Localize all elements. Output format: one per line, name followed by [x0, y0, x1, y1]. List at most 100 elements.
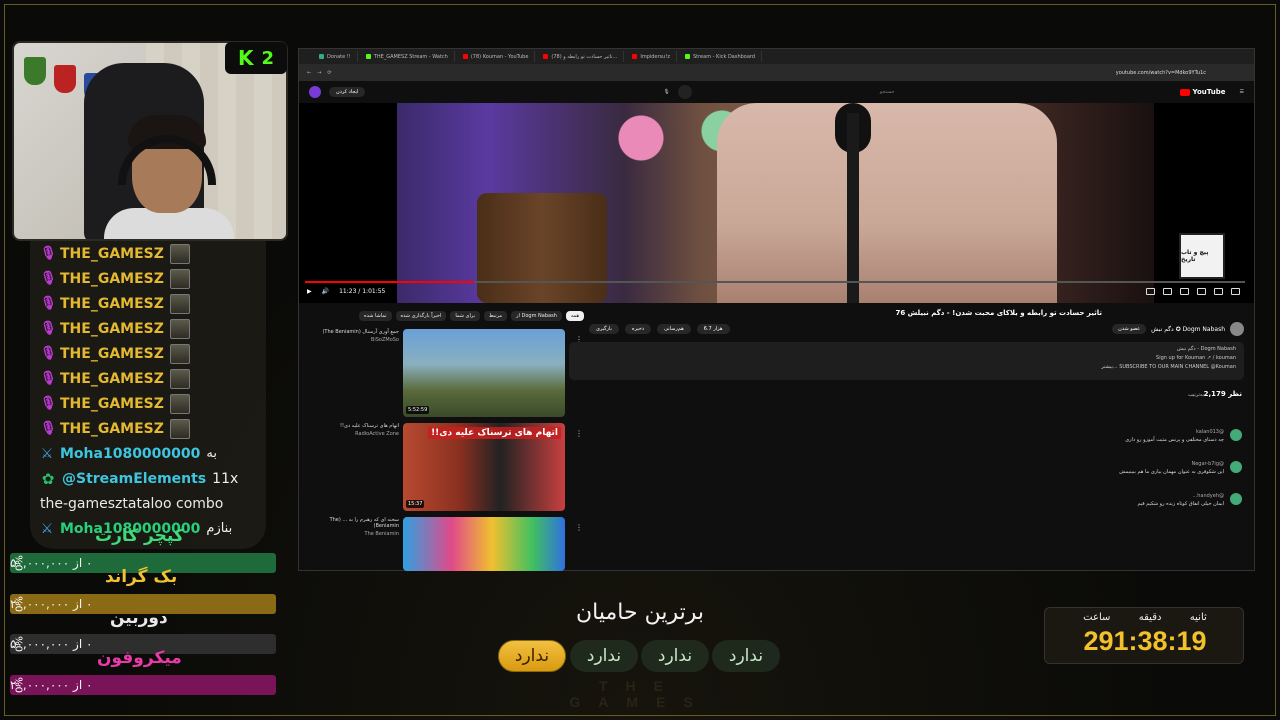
download-button[interactable]: بارگیری: [589, 324, 619, 334]
browser-tab[interactable]: THE_GAMESZ Stream - Watch: [360, 51, 455, 62]
like-button[interactable]: 6.7 هزار: [696, 324, 730, 334]
goal-percent: 0%: [14, 596, 26, 612]
player-controls-right: [1146, 288, 1240, 295]
comment-text: ایمان خیلی اتفاق کوتاه زنده رو شکیم قیم: [1137, 501, 1224, 507]
video-progress-bar[interactable]: [305, 281, 1245, 283]
recommendation-item[interactable]: اتهام های ترسناک علیه دی!! RadioActive Z…: [303, 423, 583, 511]
rec-thumbnail[interactable]: 5:52:59: [403, 329, 565, 417]
chat-username: THE_GAMESZ: [60, 345, 164, 362]
rec-channel: The Beniamin: [364, 531, 399, 537]
chat-message: 🎙 THE_GAMESZ: [40, 241, 266, 266]
miniplayer-icon[interactable]: [1197, 288, 1206, 295]
tab-label: Donate !!: [327, 53, 351, 60]
chip-item[interactable]: Dogm Nabash از: [511, 311, 562, 321]
tab-favicon-icon: [319, 54, 324, 59]
barrel: [477, 193, 607, 303]
video-player[interactable]: پیچ و تاب تاریخ: [299, 103, 1254, 303]
share-button[interactable]: هم‌رسانی: [657, 324, 691, 334]
rec-text: جمع آوری آرسنال (The Beniamin) BiSoZMoSo: [303, 329, 399, 343]
youtube-play-icon: [1179, 88, 1190, 96]
theater-icon[interactable]: [1214, 288, 1223, 295]
supporter-slot: ندارد: [570, 640, 638, 672]
comment-body: @Negar-b7ig این شکوفری به عنوان مهمان بیا…: [1119, 461, 1224, 475]
youtube-logo[interactable]: YouTube: [1179, 88, 1226, 96]
tab-label: (78) تاثیر حسادت تو رابطه و...: [551, 53, 618, 60]
pennant-icon: [24, 57, 46, 85]
comment-author[interactable]: @handyeh...: [1137, 493, 1224, 499]
avatar[interactable]: [1230, 461, 1242, 473]
channel-row: Dogm Nabash ✪ دگم نبش عضو شدن: [1112, 322, 1244, 336]
desc-line: SUBSCRIBE TO OUR MAIN CHANNEL @Kouman ..…: [1101, 364, 1236, 370]
video-title: تاثیر حسادت تو رابطه و بلاکای محبت شدن! …: [895, 309, 1102, 317]
chip-item[interactable]: اخیراً بارگذاری شده: [395, 311, 447, 321]
video-description[interactable]: Dogm Nabash - دگم نبش Sign up for Kouman…: [569, 342, 1244, 380]
mic-badge-icon: 🎙: [40, 296, 57, 311]
url-field[interactable]: youtube.com/watch?v=Mdko9YTu1c: [1116, 70, 1206, 76]
chat-username: THE_GAMESZ: [60, 420, 164, 437]
rec-title: جمع آوری آرسنال (The Beniamin): [322, 329, 399, 335]
chat-text: به: [206, 446, 217, 461]
emote-icon: [169, 368, 190, 389]
avatar[interactable]: [1230, 429, 1242, 441]
chip-item[interactable]: برای شما: [450, 311, 481, 321]
play-icon[interactable]: ▶: [307, 288, 312, 295]
video-host: [717, 103, 1057, 303]
back-icon[interactable]: ←: [307, 70, 311, 76]
search-input[interactable]: جستجو: [880, 89, 895, 95]
emote-icon: [169, 418, 190, 439]
more-options-icon[interactable]: ⋮: [575, 523, 583, 532]
reload-icon[interactable]: ⟳: [327, 70, 331, 76]
avatar[interactable]: [1230, 493, 1242, 505]
browser-tab[interactable]: (78) Kouman - YouTube: [457, 51, 536, 62]
avatar[interactable]: [309, 86, 321, 98]
video-progress-fill: [305, 281, 475, 283]
channel-name[interactable]: Dogm Nabash ✪ دگم نبش: [1151, 326, 1225, 333]
rec-thumbnail[interactable]: [403, 517, 565, 571]
comment-count: 2,179 نظر: [1203, 390, 1242, 398]
create-button[interactable]: ایجاد کردن: [329, 87, 366, 97]
save-button[interactable]: ذخیره: [624, 324, 652, 334]
volume-icon[interactable]: 🔊: [322, 288, 329, 295]
tab-favicon-icon: [684, 54, 690, 59]
browser-tab[interactable]: (78) تاثیر حسادت تو رابطه و...: [537, 51, 625, 62]
goal-title: کپچر کارت: [95, 526, 184, 546]
emote-icon: [169, 243, 190, 264]
channel-avatar[interactable]: [1230, 322, 1244, 336]
search-icon[interactable]: [677, 85, 692, 99]
rec-channel: BiSoZMoSo: [370, 337, 399, 343]
chip-item[interactable]: همه: [565, 311, 585, 321]
mic-badge-icon: 🎙: [40, 371, 57, 386]
tab-favicon-icon: [632, 54, 638, 59]
forward-icon[interactable]: →: [317, 70, 321, 76]
browser-tab[interactable]: Donate !!: [313, 51, 358, 62]
mic-badge-icon: 🎙: [40, 396, 57, 411]
mic-search-icon[interactable]: 🎙: [663, 89, 669, 95]
chat-message: 🎙 THE_GAMESZ: [40, 416, 266, 441]
recommendation-item[interactable]: سخنه ای که رهبرم را به ... (The Beniamin…: [303, 517, 583, 571]
recommendation-item[interactable]: جمع آوری آرسنال (The Beniamin) BiSoZMoSo…: [303, 329, 583, 417]
comment-author[interactable]: @Negar-b7ig: [1119, 461, 1224, 467]
comment-author[interactable]: @kalan013: [1125, 429, 1224, 435]
chip-item[interactable]: تماشا شده: [359, 311, 392, 321]
autoplay-toggle-icon[interactable]: [1146, 288, 1155, 295]
browser-tab[interactable]: Stream - Kick Dashboard: [679, 51, 763, 62]
tab-label: THE_GAMESZ Stream - Watch: [373, 53, 448, 60]
rec-channel: RadioActive Zone: [355, 431, 399, 437]
chat-username: THE_GAMESZ: [60, 295, 164, 312]
chat-message: ✿ @StreamElements 11x: [40, 466, 266, 491]
chip-item[interactable]: مرتبط: [484, 311, 508, 321]
more-options-icon[interactable]: ⋮: [575, 429, 583, 438]
settings-icon[interactable]: [1180, 288, 1189, 295]
timer-seconds-label: ثانیه: [1189, 612, 1207, 623]
tab-favicon-icon: [365, 54, 371, 59]
subtitles-icon[interactable]: [1163, 288, 1172, 295]
chat-text: بنازم: [206, 521, 233, 536]
browser-tab[interactable]: Impidersu!z: [626, 51, 677, 62]
rec-thumbnail[interactable]: اتهام های ترسناک علیه دی!! 15:37: [403, 423, 565, 511]
chat-username: THE_GAMESZ: [60, 320, 164, 337]
sword-icon: ⚔: [40, 520, 54, 537]
fullscreen-icon[interactable]: [1231, 288, 1240, 295]
subscribe-button[interactable]: عضو شدن: [1112, 324, 1147, 334]
menu-icon[interactable]: ☰: [1240, 89, 1244, 95]
comment-sort-button[interactable]: به‌ترتیب: [1188, 392, 1204, 398]
